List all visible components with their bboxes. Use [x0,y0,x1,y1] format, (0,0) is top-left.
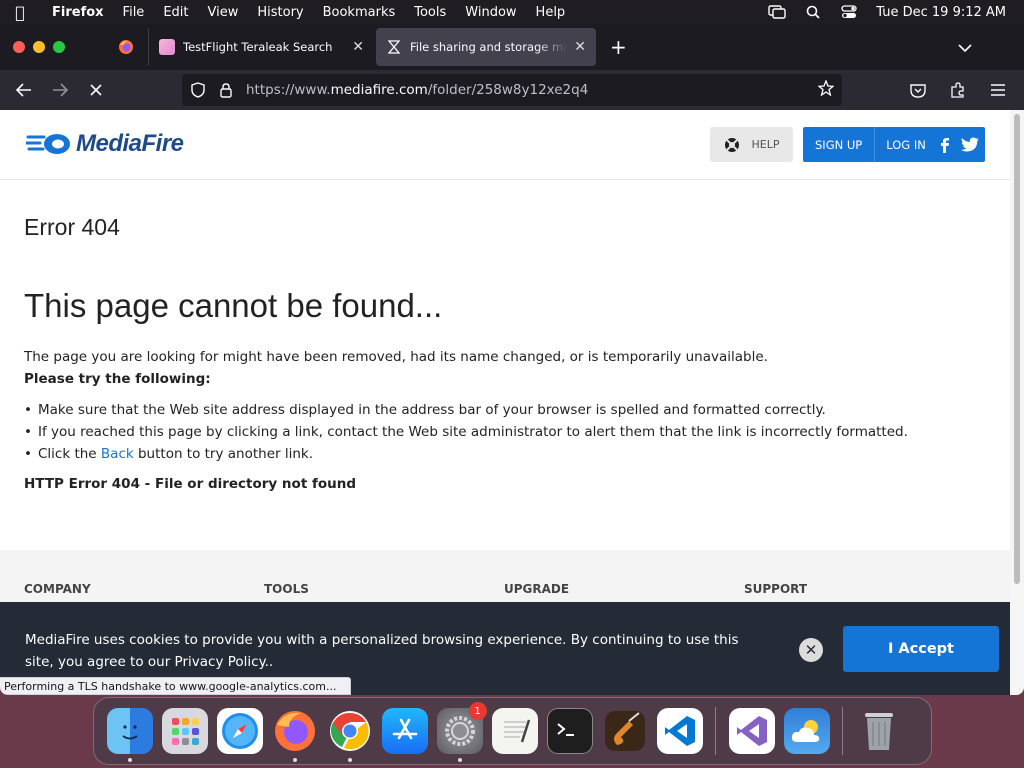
menu-help[interactable]: Help [528,5,577,20]
footer-support-heading: SUPPORT [744,582,808,596]
tab-mediafire[interactable]: File sharing and storage made simple ✕ [376,28,596,66]
tab-bar: TestFlight Teraleak Search ✕ File sharin… [0,24,1024,70]
new-tab-button[interactable]: + [610,35,627,59]
macos-dock: 1 [93,697,932,765]
padlock-icon[interactable] [212,82,240,98]
cookie-message: MediaFire uses cookies to provide you wi… [25,632,739,670]
mediafire-flame-icon [26,134,70,154]
close-tab-icon[interactable]: ✕ [352,39,364,55]
tab-testflight[interactable]: TestFlight Teraleak Search ✕ [148,28,374,66]
menu-clock[interactable]: Tue Dec 19 9:12 AM [876,5,1006,20]
control-center-icon[interactable] [840,5,858,19]
help-button[interactable]: HELP [710,127,793,162]
tab-label: TestFlight Teraleak Search [183,40,333,54]
screen-mirroring-icon[interactable] [768,5,786,19]
error-code-heading: Error 404 [24,214,120,240]
help-label: HELP [751,138,780,151]
logo-text: MediaFire [76,130,184,157]
launchpad-icon[interactable] [161,708,208,754]
list-item: Make sure that the Web site address disp… [24,402,1010,418]
cookie-close-button[interactable]: ✕ [799,638,823,662]
system-settings-icon[interactable]: 1 [436,702,487,762]
firefox-icon [119,40,133,54]
menu-history[interactable]: History [249,5,314,20]
error-suggestions-list: Make sure that the Web site address disp… [24,402,1010,462]
back-link[interactable]: Back [101,446,134,462]
back-arrow-icon[interactable] [6,74,42,106]
error-suggestions-heading: Please try the following: [24,371,211,387]
social-login [938,137,980,153]
macos-menu-bar:  Firefox File Edit View History Bookmar… [0,0,1024,24]
dock-separator [842,707,843,755]
menu-bookmarks[interactable]: Bookmarks [315,5,407,20]
firefox-view-tab[interactable] [104,24,148,70]
testflight-favicon-icon [159,39,175,55]
page-viewport: MediaFire HELP SIGN UP LOG IN Error 404 … [0,110,1010,695]
visual-studio-icon[interactable] [728,708,775,754]
spotlight-search-icon[interactable] [804,5,822,19]
facebook-icon[interactable] [938,137,952,153]
list-item: Click the Back button to try another lin… [24,446,1010,462]
status-bar: Performing a TLS handshake to www.google… [0,677,352,695]
textedit-icon[interactable] [491,708,538,754]
loading-hourglass-icon [386,39,402,55]
accept-cookies-button[interactable]: I Accept [843,626,999,672]
trash-icon[interactable] [856,708,902,754]
toolbar-right [900,74,1016,106]
app-store-icon[interactable] [381,708,428,754]
chrome-icon[interactable] [327,708,373,762]
tab-label: File sharing and storage made simple [410,40,569,54]
footer-upgrade-heading: UPGRADE [504,582,570,596]
menu-window[interactable]: Window [457,5,527,20]
list-item: If you reached this page by clicking a l… [24,424,1010,440]
twitter-icon[interactable] [960,137,980,153]
menu-tools[interactable]: Tools [406,5,457,20]
close-window-button[interactable] [13,41,25,53]
menu-app-name[interactable]: Firefox [40,5,115,20]
footer-tools-heading: TOOLS [264,582,309,596]
weather-icon[interactable] [783,708,830,754]
sign-up-button[interactable]: SIGN UP [803,127,876,162]
stop-loading-icon[interactable] [78,74,114,106]
bookmark-star-icon[interactable] [817,79,835,100]
tracking-protection-shield-icon[interactable] [184,82,212,98]
scrollbar-thumb[interactable] [1014,114,1020,584]
garageband-icon[interactable] [602,708,648,754]
minimize-window-button[interactable] [33,41,45,53]
hamburger-menu-icon[interactable] [980,74,1016,106]
menu-edit[interactable]: Edit [155,5,199,20]
menu-view[interactable]: View [200,5,250,20]
list-all-tabs-chevron-down-icon[interactable] [958,38,972,57]
safari-icon[interactable] [216,708,263,754]
apple-menu-icon[interactable]:  [0,3,40,22]
forward-arrow-icon[interactable] [42,74,78,106]
footer-company-heading: COMPANY [24,582,91,596]
notification-badge: 1 [468,702,487,720]
dock-separator [715,707,716,755]
pocket-icon[interactable] [900,74,936,106]
http-error-text: HTTP Error 404 - File or directory not f… [24,476,357,492]
finder-icon[interactable] [106,708,153,762]
window-controls [0,41,104,53]
firefox-dock-icon[interactable] [272,708,318,762]
lifebuoy-icon [724,137,739,152]
auth-bar: SIGN UP LOG IN [803,127,985,162]
error-description: The page you are looking for might have … [24,349,768,365]
terminal-icon[interactable] [546,708,593,754]
navigation-toolbar: https://www.mediafire.com/folder/258w8y1… [0,70,1024,110]
zoom-window-button[interactable] [53,41,65,53]
firefox-window: TestFlight Teraleak Search ✕ File sharin… [0,24,1024,695]
close-tab-icon[interactable]: ✕ [574,39,586,55]
mediafire-logo[interactable]: MediaFire [26,130,184,158]
site-header: MediaFire HELP SIGN UP LOG IN [0,110,1010,180]
address-bar[interactable]: https://www.mediafire.com/folder/258w8y1… [182,74,842,106]
menu-file[interactable]: File [115,5,156,20]
extensions-puzzle-icon[interactable] [940,74,976,106]
error-content: Error 404 This page cannot be found... T… [0,214,1010,492]
error-title-heading: This page cannot be found... [24,287,443,324]
page-scrollbar[interactable] [1010,110,1024,695]
log-in-button[interactable]: LOG IN [875,138,934,152]
vscode-icon[interactable] [656,708,703,754]
url-text: https://www.mediafire.com/folder/258w8y1… [246,82,589,98]
